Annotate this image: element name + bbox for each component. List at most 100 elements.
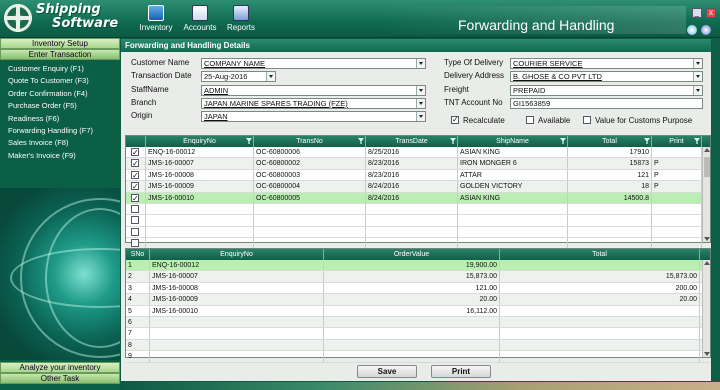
help-icon[interactable]: [687, 25, 697, 35]
filter-icon[interactable]: [694, 138, 700, 144]
empty-cell: [568, 226, 652, 238]
row-checkbox[interactable]: [131, 239, 139, 248]
row-checkbox-cell[interactable]: [126, 215, 146, 226]
cell-ship: ASIAN KING: [458, 192, 568, 203]
tnt-account-input[interactable]: GI1563859: [510, 98, 703, 109]
sidebar-item-quote-to-customer[interactable]: Quote To Customer (F3): [0, 75, 120, 87]
table-row[interactable]: JMS-16-00007OC-608000028/23/2016IRON MON…: [126, 158, 710, 170]
row-checkbox[interactable]: [131, 193, 139, 203]
minimize-button[interactable]: _: [691, 8, 702, 18]
table-row[interactable]: 6: [126, 316, 710, 329]
col-lower-total[interactable]: Total: [500, 249, 700, 260]
row-checkbox-cell[interactable]: [126, 147, 146, 158]
scroll-down-icon[interactable]: [704, 237, 710, 241]
table-row[interactable]: JMS-16-00008OC-608000038/23/2016ATTAR121…: [126, 169, 710, 182]
chevron-down-icon: [416, 59, 425, 68]
empty-table-row[interactable]: [126, 203, 710, 216]
row-checkbox-cell[interactable]: [126, 181, 146, 192]
row-checkbox[interactable]: [131, 227, 139, 236]
inventory-button[interactable]: Inventory: [136, 5, 176, 35]
cell-trans: OC-60800006: [254, 147, 366, 158]
table-row[interactable]: JMS-16-00010OC-608000058/24/2016ASIAN KI…: [126, 192, 710, 204]
row-checkbox[interactable]: [131, 158, 139, 169]
row-checkbox[interactable]: [131, 181, 139, 192]
cell-order: [324, 328, 500, 339]
save-button[interactable]: Save: [357, 365, 417, 378]
col-ordervalue[interactable]: OrderValue: [324, 249, 500, 260]
staffname-select[interactable]: ADMIN: [201, 85, 426, 96]
scroll-thumb[interactable]: [704, 157, 710, 177]
col-enquiryno[interactable]: EnquiryNo: [146, 136, 254, 147]
customs-checkbox[interactable]: [583, 116, 591, 124]
cell-order: 19,900.00: [324, 260, 500, 271]
accounts-button[interactable]: Accounts: [180, 5, 220, 35]
sidebar-item-readiness[interactable]: Readiness (F6): [0, 113, 120, 125]
filter-icon[interactable]: [560, 138, 566, 144]
col-print[interactable]: Print: [652, 136, 702, 147]
empty-table-row[interactable]: [126, 215, 710, 227]
settings-icon[interactable]: [701, 25, 711, 35]
empty-table-row[interactable]: [126, 226, 710, 239]
table-row[interactable]: 7: [126, 328, 710, 340]
filter-icon[interactable]: [450, 138, 456, 144]
available-checkbox[interactable]: [526, 116, 534, 124]
enquiry-values-scrollbar[interactable]: [702, 260, 710, 357]
row-checkbox[interactable]: [131, 170, 139, 180]
filter-icon[interactable]: [644, 138, 650, 144]
sidebar-other-task[interactable]: Other Task: [0, 373, 120, 384]
row-checkbox-cell[interactable]: [126, 203, 146, 215]
table-row[interactable]: 2 JMS-16-00007 15,873.00 15,873.00: [126, 271, 710, 283]
freight-select[interactable]: PREPAID: [510, 85, 703, 96]
row-checkbox-cell[interactable]: [126, 158, 146, 169]
row-checkbox[interactable]: [131, 216, 139, 225]
table-row[interactable]: 5 JMS-16-00010 16,112.00: [126, 305, 710, 317]
transaction-date-picker[interactable]: 25-Aug-2016: [201, 71, 276, 82]
scroll-up-icon[interactable]: [704, 148, 710, 152]
sidebar-item-purchase-order[interactable]: Purchase Order (F5): [0, 100, 120, 112]
recalculate-checkbox[interactable]: [451, 115, 459, 124]
sidebar-item-makers-invoice[interactable]: Maker's Invoice (F9): [0, 150, 120, 162]
delivery-address-select[interactable]: B. GHOSE & CO PVT LTD: [510, 71, 703, 82]
transactions-scrollbar[interactable]: [702, 147, 710, 242]
row-checkbox[interactable]: [131, 147, 139, 157]
table-row[interactable]: JMS-16-00009OC-608000048/24/2016GOLDEN V…: [126, 181, 710, 193]
sidebar-item-customer-enquiry[interactable]: Customer Enquiry (F1): [0, 63, 120, 75]
table-row[interactable]: ENQ-16-00012OC-608000068/25/2016ASIAN KI…: [126, 147, 710, 159]
sidebar-enter-transaction[interactable]: Enter Transaction: [0, 49, 120, 60]
reports-button[interactable]: Reports: [221, 5, 261, 35]
scroll-down-icon[interactable]: [704, 352, 710, 356]
sidebar-item-forwarding-handling[interactable]: Forwarding Handling (F7): [0, 125, 120, 137]
sidebar-item-order-confirmation[interactable]: Order Confirmation (F4): [0, 88, 120, 100]
col-lower-enquiryno[interactable]: EnquiryNo: [150, 249, 324, 260]
inventory-icon: [148, 5, 164, 21]
cell-trans: OC-60800003: [254, 169, 366, 181]
table-row[interactable]: 4 JMS-16-00009 20.00 20.00: [126, 294, 710, 306]
origin-select[interactable]: JAPAN: [201, 111, 426, 122]
cell-enquiry: JMS-16-00008: [146, 169, 254, 181]
print-button[interactable]: Print: [431, 365, 491, 378]
close-button[interactable]: x: [706, 8, 716, 18]
row-checkbox-cell[interactable]: [126, 238, 146, 249]
type-of-delivery-select[interactable]: COURIER SERVICE: [510, 58, 703, 69]
sidebar-analyze-inventory[interactable]: Analyze your inventory: [0, 362, 120, 373]
row-checkbox[interactable]: [131, 204, 139, 213]
sidebar-item-sales-invoice[interactable]: Sales Invoice (F8): [0, 137, 120, 149]
row-checkbox-cell[interactable]: [126, 192, 146, 203]
col-shipname[interactable]: ShipName: [458, 136, 568, 147]
table-row[interactable]: 1 ENQ-16-00012 19,900.00: [126, 260, 710, 272]
row-checkbox-cell[interactable]: [126, 169, 146, 181]
filter-icon[interactable]: [358, 138, 364, 144]
table-row[interactable]: 8: [126, 339, 710, 352]
col-transno[interactable]: TransNo: [254, 136, 366, 147]
table-row[interactable]: 9: [126, 351, 710, 363]
row-checkbox-cell[interactable]: [126, 226, 146, 238]
scroll-up-icon[interactable]: [704, 261, 710, 265]
customer-name-select[interactable]: COMPANY NAME: [201, 58, 426, 69]
col-sno[interactable]: SNo: [126, 249, 150, 260]
col-transdate[interactable]: TransDate: [366, 136, 458, 147]
col-total[interactable]: Total: [568, 136, 652, 147]
branch-select[interactable]: JAPAN MARINE SPARES TRADING (FZE): [201, 98, 426, 109]
table-row[interactable]: 3 JMS-16-00008 121.00 200.00: [126, 282, 710, 295]
filter-icon[interactable]: [246, 138, 252, 144]
sidebar-inventory-setup[interactable]: Inventory Setup: [0, 38, 120, 49]
